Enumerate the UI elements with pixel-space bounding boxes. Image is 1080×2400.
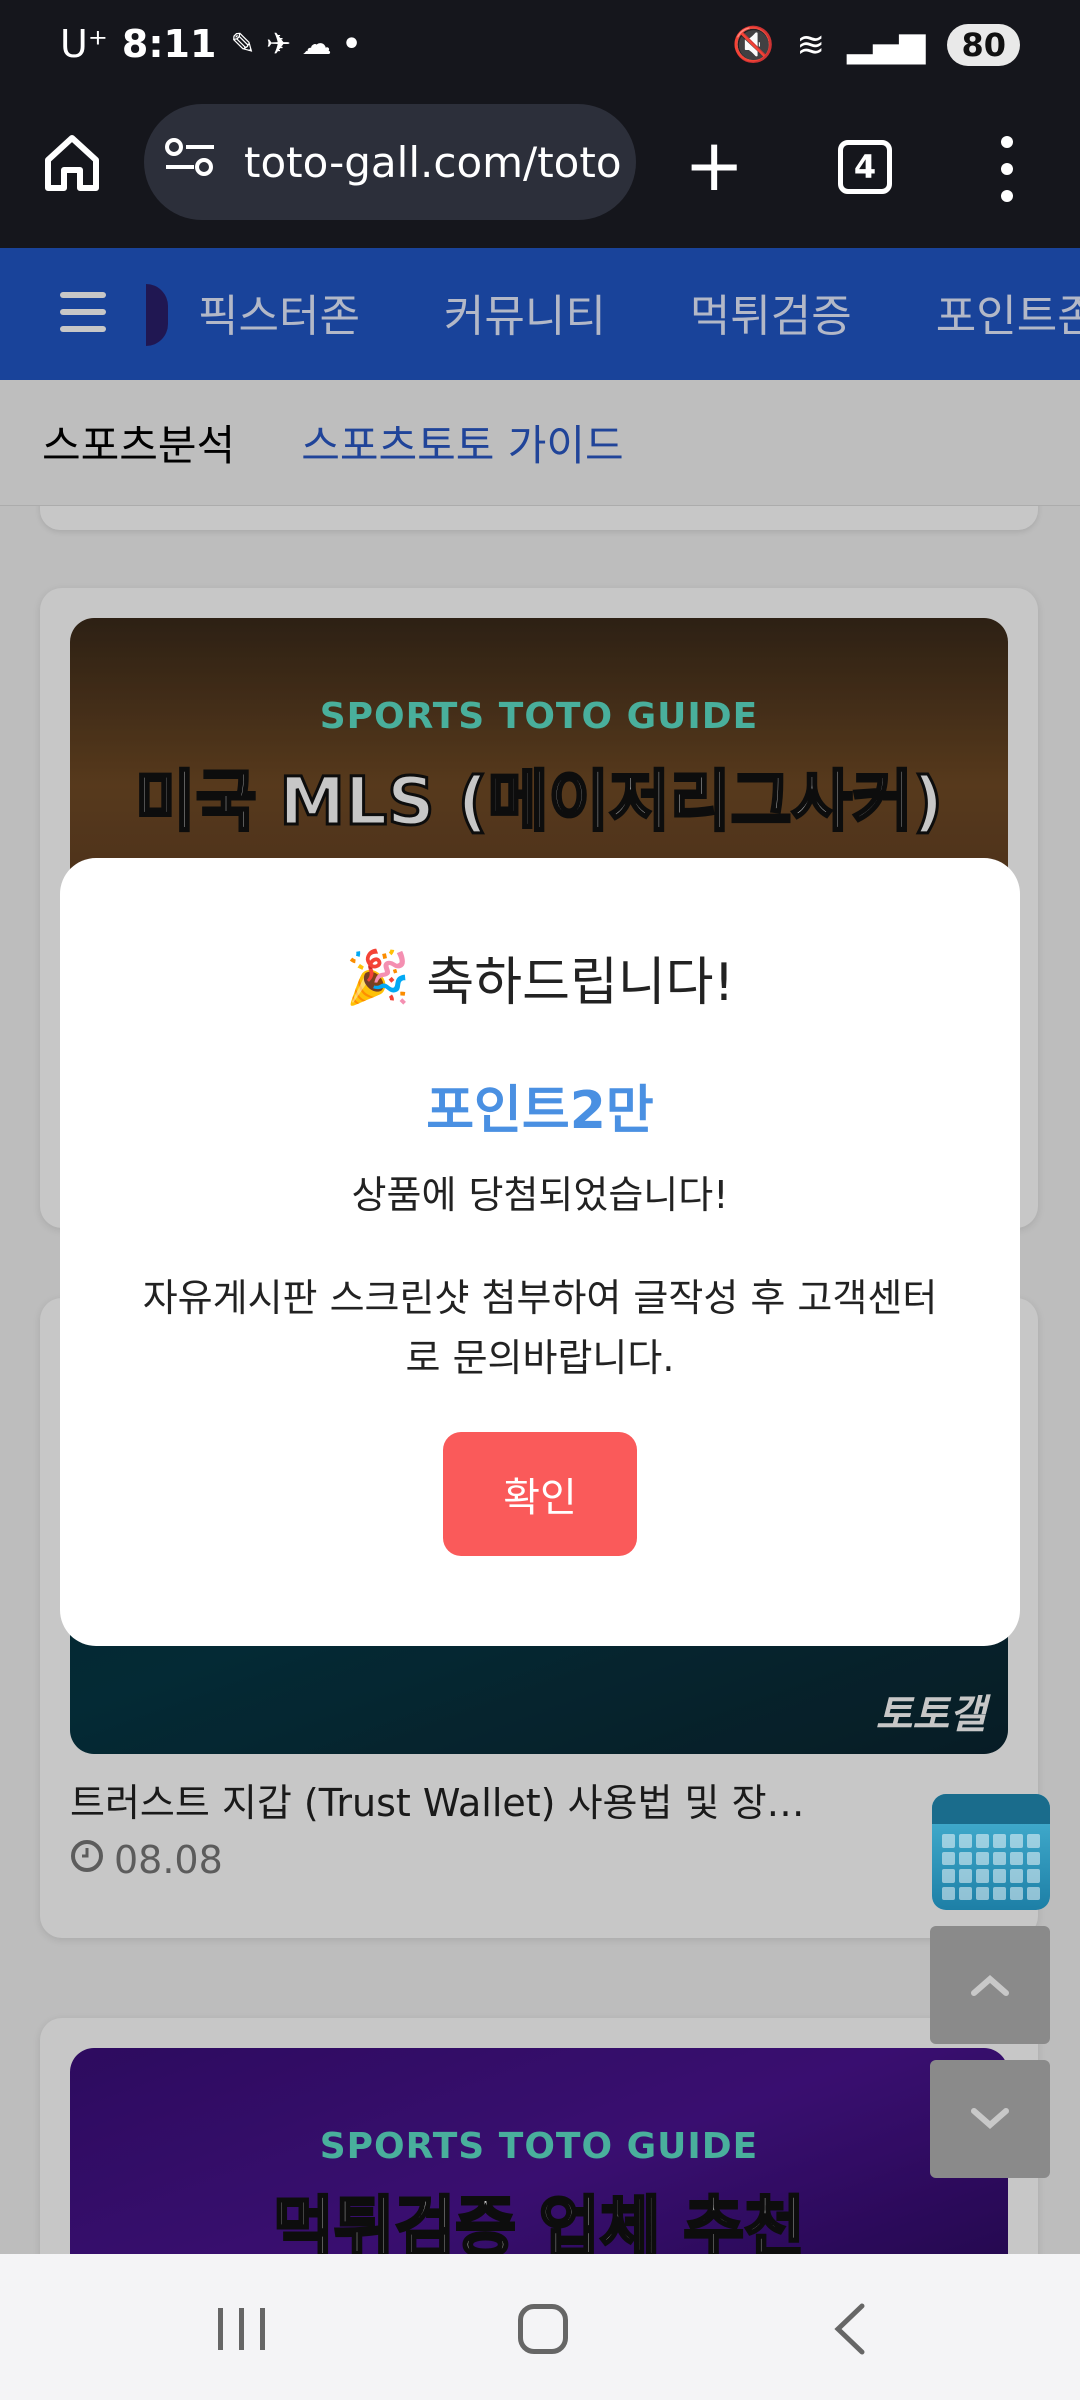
signal-icon: ▂▄▆	[847, 25, 926, 65]
home-icon[interactable]	[40, 130, 104, 194]
system-nav-bar	[0, 2254, 1080, 2400]
wifi-icon: ≋	[796, 25, 826, 65]
instruction-message: 자유게시판 스크린샷 첨부하여 글작성 후 고객센터로 문의바랍니다.	[142, 1276, 938, 1380]
more-vert-icon[interactable]	[990, 136, 1024, 202]
party-popper-icon: 🎉	[345, 948, 411, 1008]
win-message: 상품에 당첨되었습니다!	[351, 1173, 729, 1217]
scroll-to-top-button[interactable]	[930, 1926, 1050, 2044]
home-button-icon[interactable]	[518, 2304, 568, 2354]
status-bar: U⁺ 8:11 ✎ ✈ ☁ • 🔇 ≋ ▂▄▆ 80	[0, 0, 1080, 100]
url-bar[interactable]: toto-gall.com/toto	[144, 104, 636, 220]
modal-heading-text: 축하드립니다!	[426, 953, 735, 1013]
chevron-up-icon	[971, 1975, 1009, 1996]
url-text[interactable]: toto-gall.com/toto	[244, 138, 622, 187]
clock: 8:11	[121, 22, 217, 66]
carrier-label: U⁺	[60, 22, 108, 66]
back-icon[interactable]	[826, 2302, 876, 2356]
plus-icon[interactable]: +	[684, 120, 744, 210]
site-info-icon[interactable]	[164, 137, 224, 187]
congratulations-modal: 🎉 축하드립니다! 포인트2만 상품에 당첨되었습니다! 자유게시판 스크린샷 …	[60, 858, 1020, 1646]
calendar-icon[interactable]	[932, 1794, 1050, 1910]
prize-label: 포인트2만	[426, 1081, 654, 1141]
scroll-to-bottom-button[interactable]	[930, 2060, 1050, 2178]
mute-icon: 🔇	[732, 25, 775, 65]
notification-icons: ✎ ✈ ☁ •	[230, 26, 362, 62]
tab-switcher-icon[interactable]: 4	[838, 140, 892, 194]
chevron-down-icon	[971, 2108, 1009, 2129]
confirm-button[interactable]: 확인	[443, 1432, 637, 1556]
browser-toolbar: toto-gall.com/toto + 4	[0, 100, 1080, 248]
battery-indicator: 80	[947, 24, 1020, 66]
recent-apps-icon[interactable]	[218, 2308, 265, 2350]
modal-heading: 🎉 축하드립니다!	[60, 940, 1020, 1015]
